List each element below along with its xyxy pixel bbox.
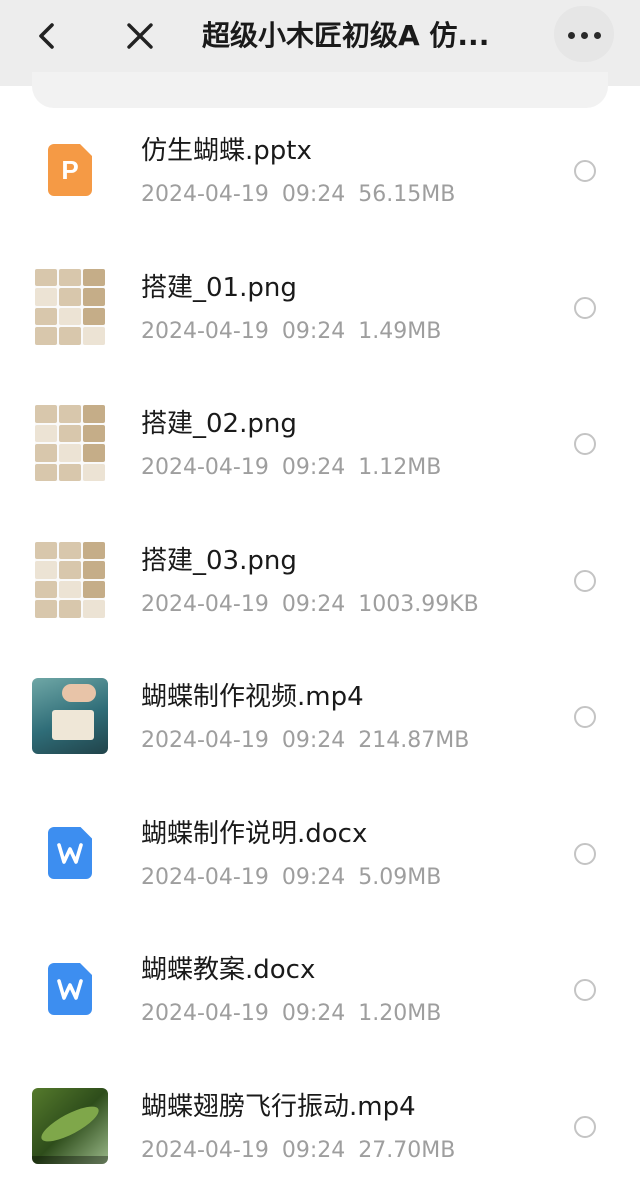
video-thumbnail xyxy=(32,1088,108,1164)
select-radio[interactable] xyxy=(574,570,596,592)
ppt-file-icon: P xyxy=(32,132,108,208)
select-radio[interactable] xyxy=(574,843,596,865)
file-name: 蝴蝶制作说明.docx xyxy=(141,817,367,851)
file-item-video[interactable]: 蝴蝶制作视频.mp4 2024-04-19 09:24 214.87MB xyxy=(0,648,640,785)
more-dot xyxy=(594,32,601,39)
file-item-word[interactable]: 蝴蝶制作说明.docx 2024-04-19 09:24 5.09MB xyxy=(0,785,640,922)
file-time: 09:24 xyxy=(282,319,345,344)
more-dot xyxy=(581,32,588,39)
file-size: 1.12MB xyxy=(358,455,441,480)
word-w-glyph xyxy=(48,827,92,879)
video-icon xyxy=(32,1088,108,1164)
file-name: 搭建_03.png xyxy=(141,544,297,578)
file-meta: 2024-04-19 09:24 1.20MB xyxy=(141,999,441,1029)
file-name: 仿生蝴蝶.pptx xyxy=(141,134,312,168)
file-meta: 2024-04-19 09:24 214.87MB xyxy=(141,726,469,756)
select-radio[interactable] xyxy=(574,297,596,319)
video-icon xyxy=(32,678,108,754)
close-button[interactable] xyxy=(122,18,158,54)
select-radio[interactable] xyxy=(574,1116,596,1138)
file-meta: 2024-04-19 09:24 1.49MB xyxy=(141,317,441,347)
file-date: 2024-04-19 xyxy=(141,1001,269,1026)
file-name: 蝴蝶教案.docx xyxy=(141,953,315,987)
image-icon xyxy=(35,269,105,345)
page-title: 超级小木匠初级A 仿... xyxy=(202,18,532,54)
file-item-video[interactable]: 蝴蝶翅膀飞行振动.mp4 2024-04-19 09:24 27.70MB xyxy=(0,1058,640,1194)
more-horizontal-icon xyxy=(568,32,575,39)
file-name: 搭建_02.png xyxy=(141,407,297,441)
file-size: 56.15MB xyxy=(358,182,455,207)
word-file-icon xyxy=(32,815,108,891)
file-name: 蝴蝶翅膀飞行振动.mp4 xyxy=(141,1090,416,1124)
video-thumbnail xyxy=(32,678,108,754)
chevron-left-icon xyxy=(30,18,66,54)
file-date: 2024-04-19 xyxy=(141,455,269,480)
back-button[interactable] xyxy=(30,18,66,54)
file-size: 214.87MB xyxy=(358,728,469,753)
file-item-ppt[interactable]: P 仿生蝴蝶.pptx 2024-04-19 09:24 56.15MB xyxy=(0,102,640,239)
file-name: 蝴蝶制作视频.mp4 xyxy=(141,680,364,714)
file-meta: 2024-04-19 09:24 27.70MB xyxy=(141,1136,455,1166)
image-thumbnail xyxy=(32,269,108,345)
file-size: 1003.99KB xyxy=(358,592,479,617)
close-icon xyxy=(122,18,158,54)
file-date: 2024-04-19 xyxy=(141,319,269,344)
file-date: 2024-04-19 xyxy=(141,592,269,617)
word-w-glyph xyxy=(48,963,92,1015)
word-icon xyxy=(48,963,92,1015)
file-meta: 2024-04-19 09:24 1003.99KB xyxy=(141,590,479,620)
file-size: 1.20MB xyxy=(358,1001,441,1026)
file-time: 09:24 xyxy=(282,1138,345,1163)
file-item-image[interactable]: 搭建_03.png 2024-04-19 09:24 1003.99KB xyxy=(0,512,640,649)
file-time: 09:24 xyxy=(282,455,345,480)
file-date: 2024-04-19 xyxy=(141,182,269,207)
file-time: 09:24 xyxy=(282,182,345,207)
image-thumbnail xyxy=(32,405,108,481)
file-item-image[interactable]: 搭建_02.png 2024-04-19 09:24 1.12MB xyxy=(0,375,640,512)
file-name: 搭建_01.png xyxy=(141,271,297,305)
image-icon xyxy=(35,405,105,481)
file-item-image[interactable]: 搭建_01.png 2024-04-19 09:24 1.49MB xyxy=(0,239,640,376)
more-button[interactable] xyxy=(554,6,614,62)
select-radio[interactable] xyxy=(574,433,596,455)
file-size: 5.09MB xyxy=(358,865,441,890)
file-item-word[interactable]: 蝴蝶教案.docx 2024-04-19 09:24 1.20MB xyxy=(0,921,640,1058)
file-date: 2024-04-19 xyxy=(141,1138,269,1163)
file-time: 09:24 xyxy=(282,865,345,890)
word-file-icon xyxy=(32,951,108,1027)
file-size: 1.49MB xyxy=(358,319,441,344)
file-size: 27.70MB xyxy=(358,1138,455,1163)
image-thumbnail xyxy=(32,542,108,618)
file-time: 09:24 xyxy=(282,728,345,753)
file-time: 09:24 xyxy=(282,592,345,617)
select-radio[interactable] xyxy=(574,160,596,182)
file-meta: 2024-04-19 09:24 1.12MB xyxy=(141,453,441,483)
image-icon xyxy=(35,542,105,618)
file-meta: 2024-04-19 09:24 56.15MB xyxy=(141,180,455,210)
word-icon xyxy=(48,827,92,879)
file-time: 09:24 xyxy=(282,1001,345,1026)
ppt-icon: P xyxy=(48,144,92,196)
file-date: 2024-04-19 xyxy=(141,865,269,890)
select-radio[interactable] xyxy=(574,979,596,1001)
file-list: P 仿生蝴蝶.pptx 2024-04-19 09:24 56.15MB 搭建_… xyxy=(0,102,640,1194)
select-radio[interactable] xyxy=(574,706,596,728)
file-meta: 2024-04-19 09:24 5.09MB xyxy=(141,863,441,893)
file-date: 2024-04-19 xyxy=(141,728,269,753)
